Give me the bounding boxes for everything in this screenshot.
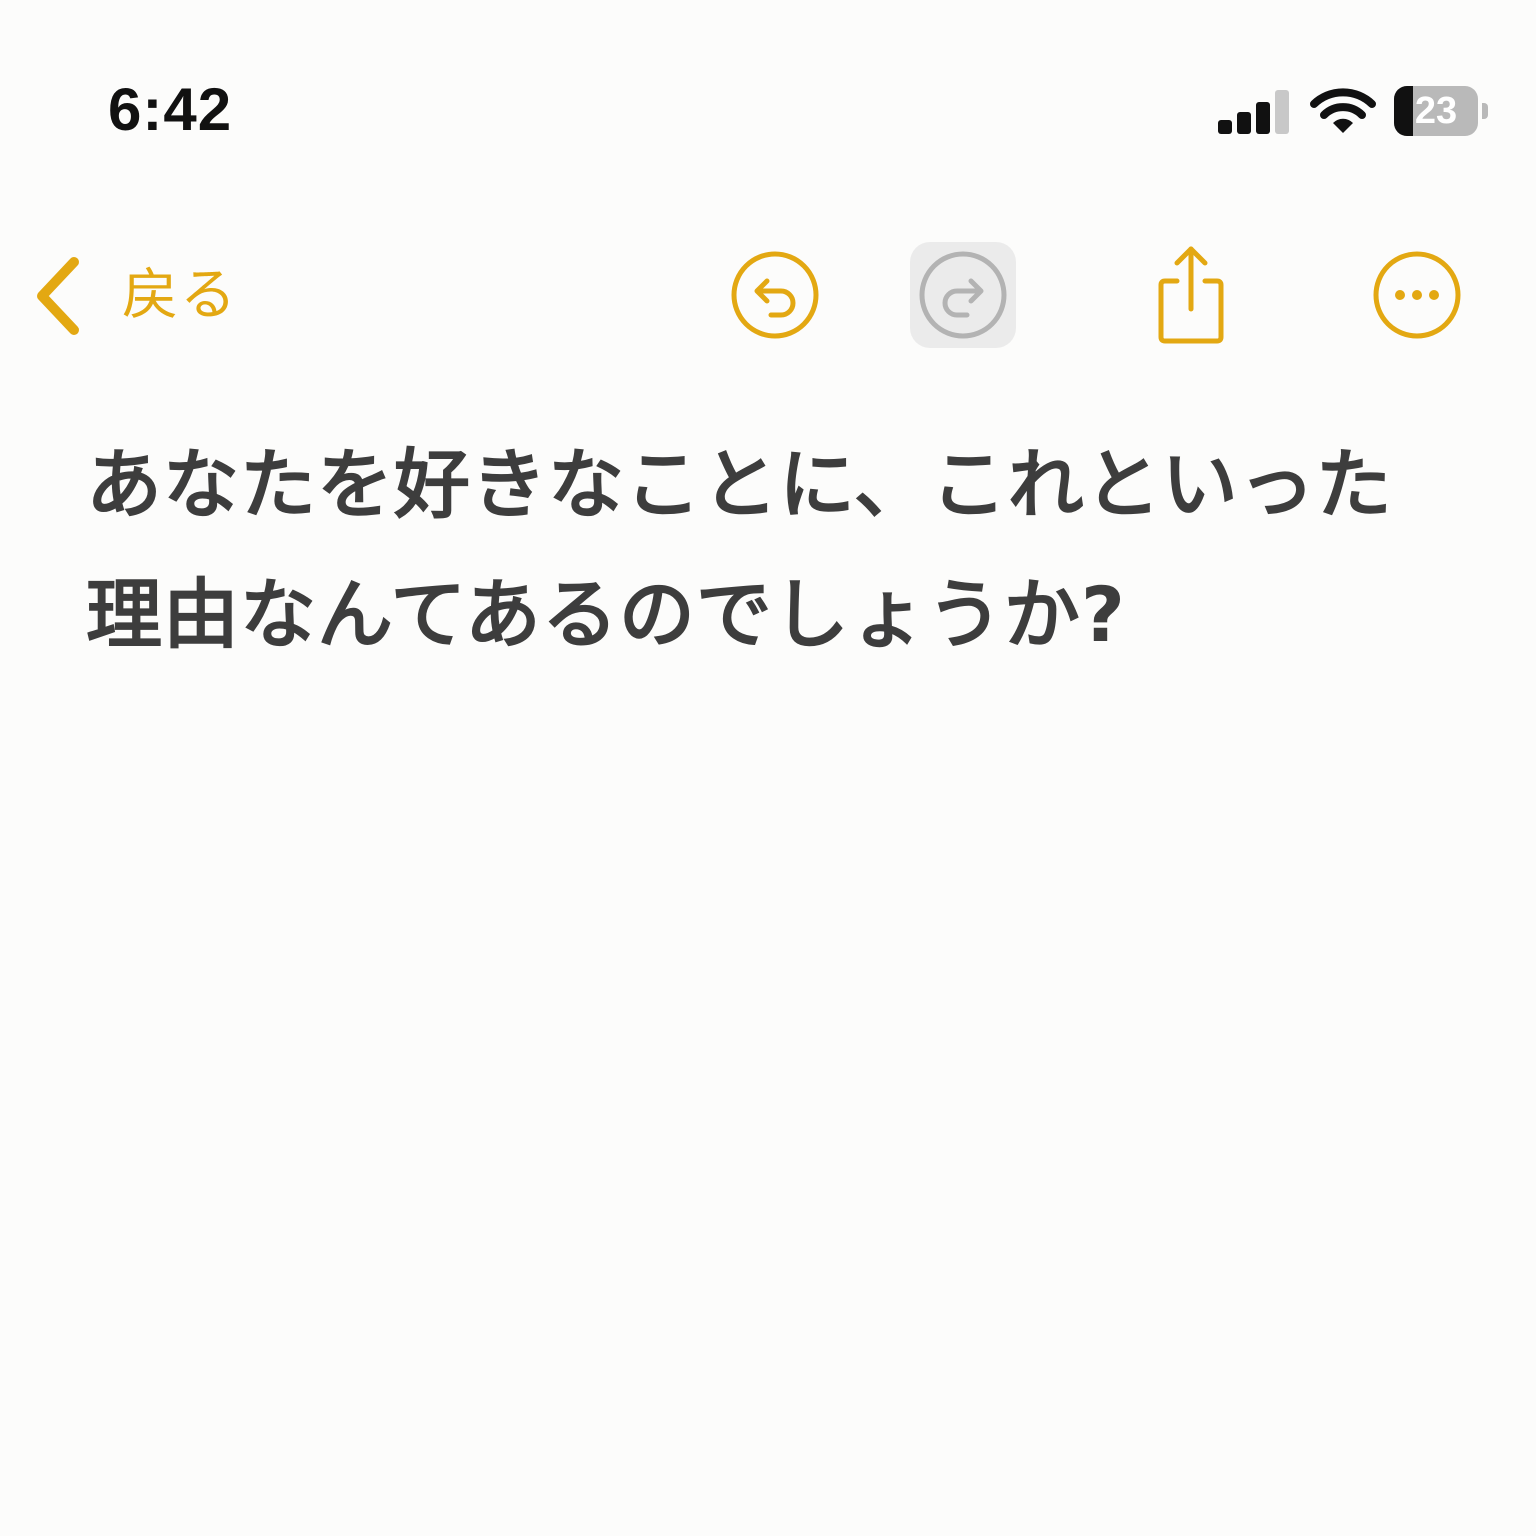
back-label: 戻る [122,263,238,328]
status-time: 6:42 [108,76,233,143]
note-line: 理由なんてあるのでしょうか? [86,570,1127,659]
battery-nub [1482,103,1488,119]
undo-button[interactable] [722,242,828,348]
undo-icon [731,251,819,339]
status-bar: 6:42 23 [0,0,1536,200]
redo-icon [919,251,1007,339]
battery-icon: 23 [1394,86,1490,136]
note-body[interactable]: あなたを好きなことに、これといった 理由なんてあるのでしょうか? [86,420,1466,680]
note-line: あなたを好きなことに、これといった [86,440,1393,529]
battery-body: 23 [1394,86,1478,136]
battery-percent: 23 [1414,90,1458,132]
chevron-left-icon [37,257,79,335]
share-button[interactable] [1138,242,1244,348]
share-icon [1158,246,1224,344]
more-icon [1373,251,1461,339]
toolbar: 戻る [0,230,1536,360]
redo-button[interactable] [910,242,1016,348]
signal-icon [1218,90,1289,134]
wifi-icon [1310,88,1376,133]
more-button[interactable] [1364,242,1470,348]
back-button[interactable]: 戻る [30,250,238,342]
